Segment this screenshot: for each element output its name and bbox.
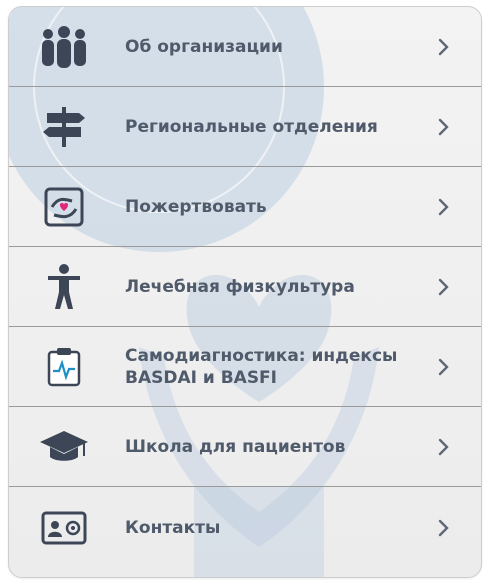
signpost-icon bbox=[36, 102, 92, 152]
menu-item-school[interactable]: Школа для пациентов bbox=[9, 407, 481, 487]
menu-item-label: Об организации bbox=[125, 36, 283, 57]
chevron-right-icon bbox=[438, 198, 449, 215]
chevron-right-icon bbox=[438, 118, 449, 135]
chevron-right-icon bbox=[438, 358, 449, 375]
menu-item-regional[interactable]: Региональные отделения bbox=[9, 87, 481, 167]
menu-item-donate[interactable]: Пожертвовать bbox=[9, 167, 481, 247]
menu-item-label: Лечебная физкультура bbox=[125, 276, 355, 297]
donate-heart-icon bbox=[36, 182, 92, 232]
contact-card-icon bbox=[36, 503, 92, 553]
chevron-right-icon bbox=[438, 438, 449, 455]
menu-panel: Об организации Региональные отделения По… bbox=[8, 6, 482, 578]
people-icon bbox=[36, 22, 92, 72]
menu-item-about[interactable]: Об организации bbox=[9, 7, 481, 87]
person-exercise-icon bbox=[36, 262, 92, 312]
menu-item-label: Школа для пациентов bbox=[125, 436, 346, 457]
graduation-cap-icon bbox=[36, 422, 92, 472]
menu-item-label: Контакты bbox=[125, 518, 221, 538]
menu-item-label: Самодиагностика: индексы BASDAI и BASFI bbox=[125, 345, 398, 388]
chevron-right-icon bbox=[438, 519, 449, 537]
clipboard-pulse-icon bbox=[36, 342, 92, 392]
chevron-right-icon bbox=[438, 278, 449, 295]
menu-item-label: Пожертвовать bbox=[125, 196, 267, 217]
menu-item-contacts[interactable]: Контакты bbox=[9, 487, 481, 569]
menu-item-selfdiag[interactable]: Самодиагностика: индексы BASDAI и BASFI bbox=[9, 327, 481, 407]
chevron-right-icon bbox=[438, 38, 449, 55]
menu-list: Об организации Региональные отделения По… bbox=[9, 7, 481, 577]
menu-item-label: Региональные отделения bbox=[125, 116, 378, 137]
menu-item-physio[interactable]: Лечебная физкультура bbox=[9, 247, 481, 327]
